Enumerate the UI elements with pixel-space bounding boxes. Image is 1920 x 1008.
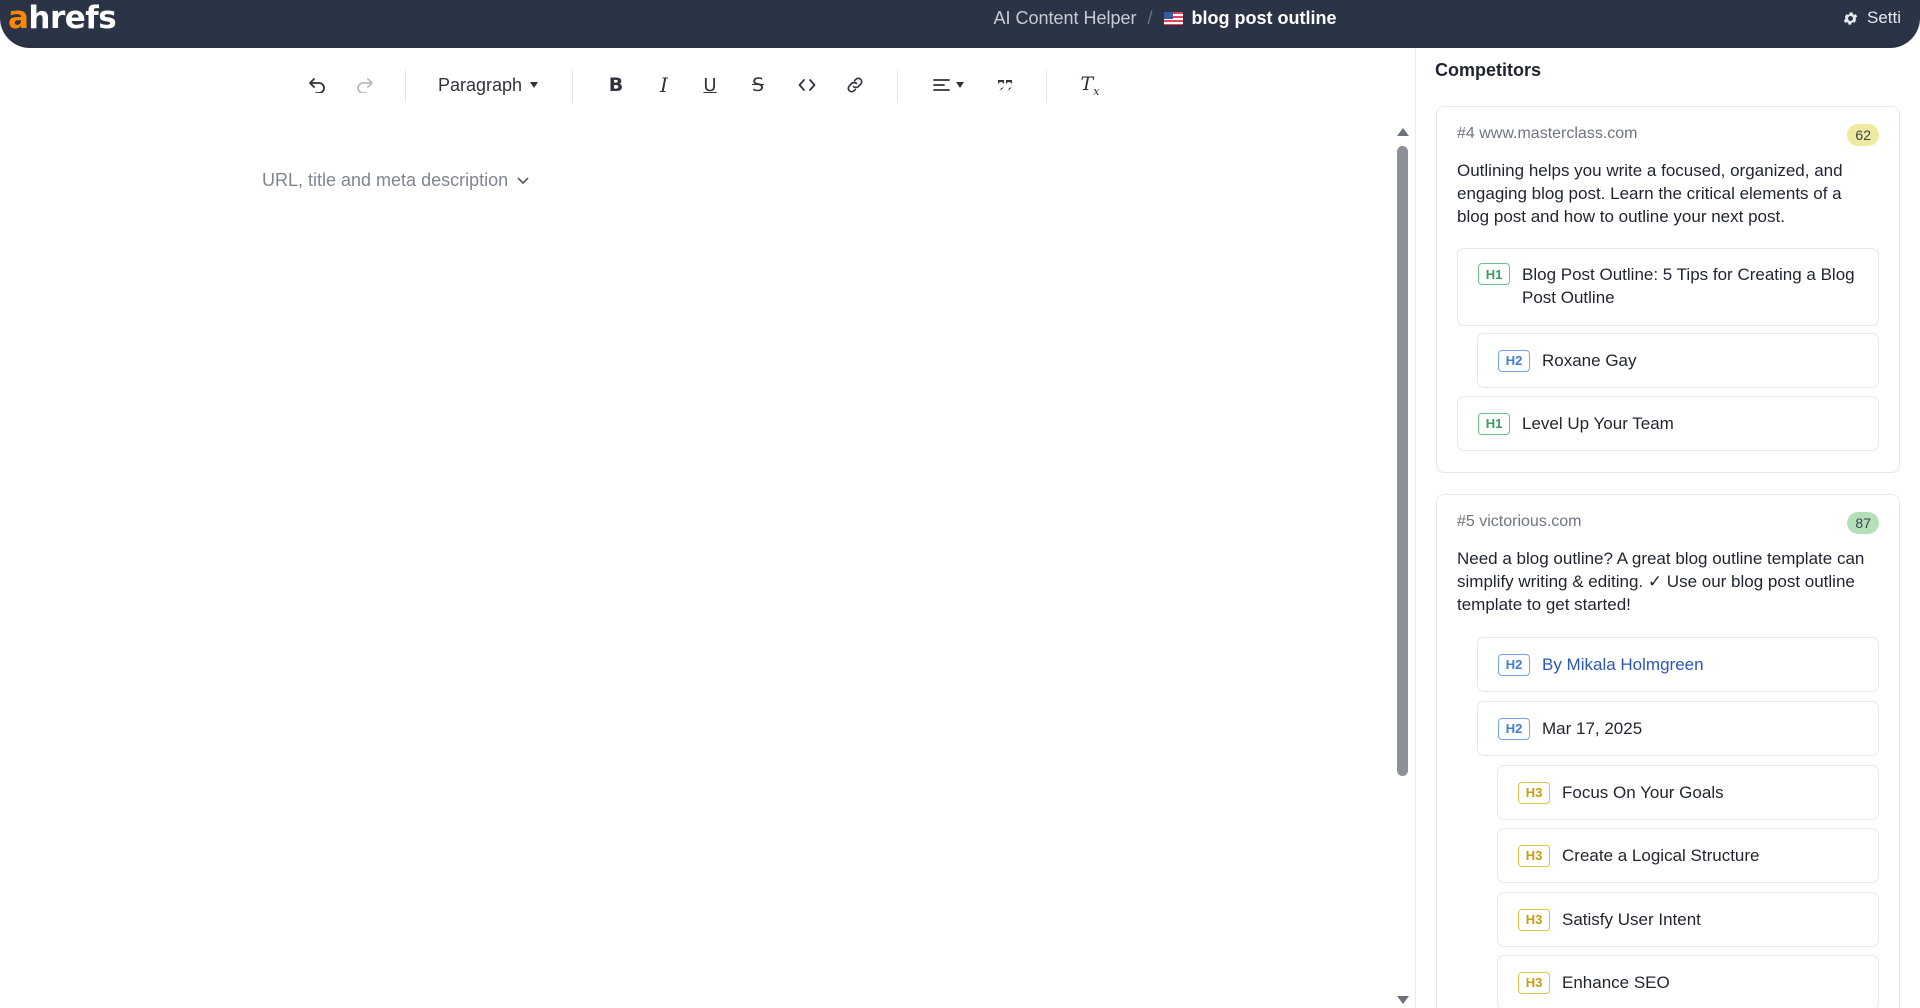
clear-formatting-icon: Tx — [1080, 72, 1100, 98]
outline-heading-item[interactable]: H3 Satisfy User Intent — [1497, 892, 1879, 947]
heading-level-badge: H3 — [1518, 908, 1550, 931]
caret-down-icon — [955, 82, 964, 88]
heading-text: Blog Post Outline: 5 Tips for Creating a… — [1522, 265, 1855, 307]
editor-toolbar: Paragraph B I U S Tx — [0, 60, 1400, 110]
outline-heading-item[interactable]: H2 Mar 17, 2025 — [1477, 701, 1879, 756]
underline-icon: U — [703, 74, 717, 96]
strikethrough-icon: S — [751, 74, 765, 96]
scroll-down-arrow[interactable] — [1397, 996, 1409, 1004]
top-bar: a hrefs AI Content Helper / blog post out… — [0, 0, 1920, 48]
competitor-card: #5 victorious.com 87 Need a blog outline… — [1436, 494, 1900, 1008]
chevron-down-icon — [517, 177, 529, 184]
align-left-icon — [932, 79, 950, 91]
competitor-score-badge: 62 — [1847, 124, 1879, 146]
italic-icon: I — [660, 73, 668, 97]
competitors-title: Competitors — [1435, 60, 1542, 80]
toolbar-divider — [572, 70, 573, 102]
competitor-description: Need a blog outline? A great blog outlin… — [1457, 549, 1865, 614]
redo-icon — [357, 78, 373, 93]
code-button[interactable] — [792, 70, 822, 100]
settings-button[interactable]: Setti — [1842, 0, 1901, 36]
scroll-up-arrow[interactable] — [1397, 128, 1409, 136]
heading-level-badge: H2 — [1498, 717, 1530, 740]
heading-text: Create a Logical Structure — [1562, 846, 1760, 865]
editor-scrollbar-thumb[interactable] — [1397, 146, 1408, 776]
heading-text: Focus On Your Goals — [1562, 783, 1724, 802]
align-dropdown[interactable] — [926, 70, 970, 100]
outline-heading-item[interactable]: H2 Roxane Gay — [1477, 333, 1879, 388]
paragraph-style-dropdown[interactable]: Paragraph — [432, 70, 544, 100]
meta-description-label: URL, title and meta description — [262, 170, 509, 190]
code-icon — [798, 79, 816, 91]
strikethrough-button[interactable]: S — [743, 70, 773, 100]
outline-heading-item[interactable]: H1 Blog Post Outline: 5 Tips for Creatin… — [1457, 248, 1879, 326]
heading-level-badge: H1 — [1478, 412, 1510, 435]
toolbar-divider — [405, 70, 406, 102]
toolbar-divider — [1046, 70, 1047, 102]
clear-formatting-button[interactable]: Tx — [1075, 70, 1105, 100]
heading-text: Enhance SEO — [1562, 973, 1670, 992]
heading-text: Level Up Your Team — [1522, 414, 1674, 433]
link-button[interactable] — [840, 70, 870, 100]
caret-down-icon — [530, 82, 539, 88]
competitor-description: Outlining helps you write a focused, org… — [1457, 161, 1843, 226]
outline-heading-item[interactable]: H3 Create a Logical Structure — [1497, 828, 1879, 883]
us-flag-icon — [1163, 11, 1183, 25]
breadcrumb: AI Content Helper / blog post outline — [0, 0, 1920, 36]
paragraph-style-label: Paragraph — [437, 74, 523, 95]
heading-text: Satisfy User Intent — [1562, 910, 1701, 929]
competitor-host[interactable]: #4 www.masterclass.com — [1457, 125, 1638, 143]
redo-button[interactable] — [350, 70, 380, 100]
toolbar-divider — [897, 70, 898, 102]
heading-level-badge: H1 — [1478, 263, 1510, 285]
bold-icon: B — [608, 74, 624, 96]
gear-icon — [1843, 11, 1858, 25]
heading-level-badge: H2 — [1498, 349, 1530, 372]
heading-level-badge: H2 — [1498, 653, 1530, 676]
settings-label: Setti — [1867, 8, 1902, 27]
heading-text: Mar 17, 2025 — [1542, 719, 1643, 738]
undo-button[interactable] — [302, 70, 332, 100]
competitor-card: #4 www.masterclass.com 62 Outlining help… — [1436, 106, 1900, 473]
link-icon — [847, 77, 863, 93]
outline-heading-item[interactable]: H3 Enhance SEO — [1497, 955, 1879, 1008]
heading-text: Roxane Gay — [1542, 351, 1637, 370]
breadcrumb-separator: / — [1147, 7, 1153, 28]
meta-description-toggle[interactable]: URL, title and meta description — [262, 170, 529, 191]
blockquote-button[interactable] — [990, 70, 1020, 100]
competitor-host[interactable]: #5 victorious.com — [1457, 513, 1582, 531]
underline-button[interactable]: U — [695, 70, 725, 100]
undo-icon — [309, 78, 325, 93]
heading-level-badge: H3 — [1518, 781, 1550, 804]
heading-level-badge: H3 — [1518, 844, 1550, 867]
document-title[interactable]: blog post outline — [1192, 8, 1337, 29]
outline-heading-item[interactable]: H1 Level Up Your Team — [1457, 396, 1879, 451]
heading-text: By Mikala Holmgreen — [1542, 655, 1704, 674]
outline-heading-item[interactable]: H3 Focus On Your Goals — [1497, 765, 1879, 820]
bold-button[interactable]: B — [601, 70, 631, 100]
panel-divider — [1415, 48, 1416, 1008]
breadcrumb-app-link[interactable]: AI Content Helper — [993, 8, 1136, 29]
italic-button[interactable]: I — [649, 70, 679, 100]
heading-level-badge: H3 — [1518, 971, 1550, 994]
outline-heading-item[interactable]: H2 By Mikala Holmgreen — [1477, 637, 1879, 692]
quote-icon — [998, 80, 1012, 91]
competitor-score-badge: 87 — [1847, 512, 1879, 534]
